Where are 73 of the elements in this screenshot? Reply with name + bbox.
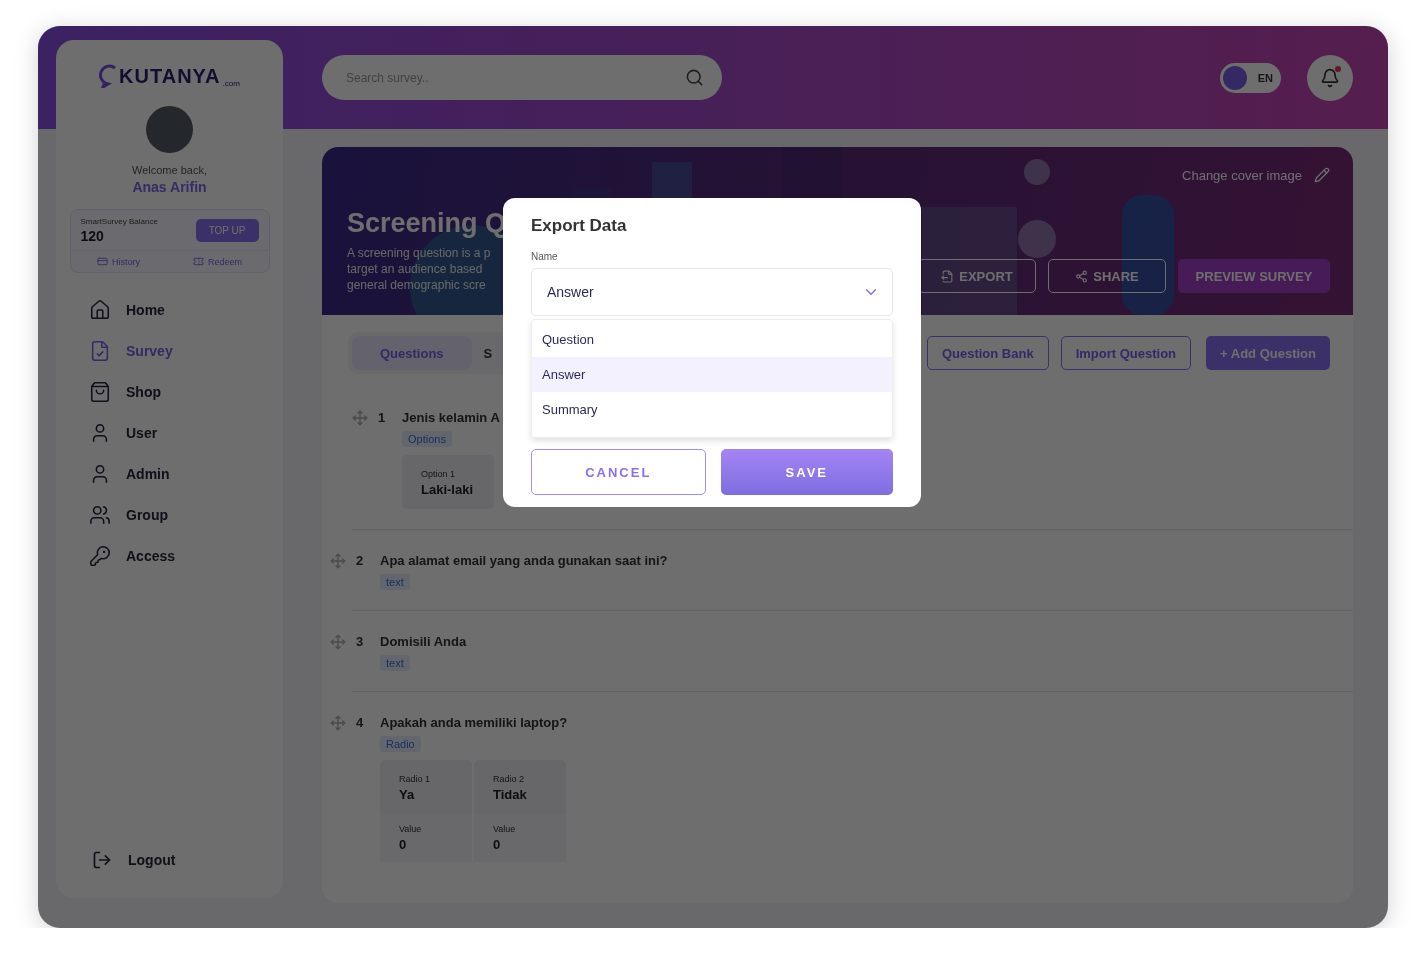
logout-link[interactable]: Logout: [56, 850, 283, 870]
chat-bubble-icon: [99, 64, 118, 88]
export-icon: [941, 269, 955, 283]
choice-value: Ya: [399, 787, 416, 802]
card-icon: [97, 256, 108, 267]
nav-item[interactable]: User: [89, 420, 283, 446]
dropdown-option[interactable]: Question: [532, 322, 892, 357]
drag-handle-icon[interactable]: [330, 715, 346, 731]
nav-item[interactable]: Group: [89, 502, 283, 528]
search-icon: [685, 68, 704, 87]
drag-handle-icon[interactable]: [330, 634, 346, 650]
ticket-icon: [192, 256, 204, 267]
balance-label: SmartSurvey Balance: [80, 217, 158, 226]
bell-icon: [1320, 67, 1340, 88]
user-name: Anas Arifin: [132, 179, 207, 195]
nav-item[interactable]: Shop: [89, 379, 283, 405]
choice-label: Option 1: [421, 469, 457, 479]
logout-icon: [92, 850, 112, 870]
score-label: Value: [399, 824, 423, 834]
drag-handle-icon[interactable]: [330, 553, 346, 569]
field-label: Name: [531, 251, 559, 262]
question-number: 4: [356, 715, 365, 730]
choice-value: Tidak: [493, 787, 528, 802]
question-type: text: [380, 655, 410, 671]
tab[interactable]: S: [479, 336, 497, 370]
score-value: 0: [493, 837, 502, 852]
nav-item[interactable]: Home: [89, 297, 283, 323]
notification-button[interactable]: [1307, 54, 1353, 101]
pencil-icon: [1314, 167, 1330, 183]
change-cover-link[interactable]: Change cover image: [1182, 167, 1330, 183]
users-icon: [89, 504, 111, 526]
question-type: Options: [402, 431, 452, 447]
question-text: Apakah anda memiliki laptop?: [380, 715, 568, 730]
balance-amount: 120: [80, 228, 105, 244]
dropdown-option[interactable]: Summary: [532, 392, 892, 427]
bag-icon: [89, 381, 111, 403]
key-icon: [89, 545, 111, 567]
nav-item[interactable]: Survey: [89, 338, 283, 364]
question-number: 3: [356, 634, 365, 649]
question-type: Radio: [380, 736, 421, 752]
share-button[interactable]: SHARE: [1048, 259, 1166, 293]
question-text: Jenis kelamin A: [402, 410, 500, 425]
avatar: [146, 106, 193, 153]
name-select[interactable]: Answer: [531, 268, 893, 316]
notification-dot: [1335, 65, 1341, 72]
tab[interactable]: Questions: [352, 336, 472, 370]
cancel-button[interactable]: CANCEL: [531, 449, 706, 495]
question-text: Apa alamat email yang anda gunakan saat ini?: [380, 553, 668, 568]
dialog-title: Export Data: [531, 216, 628, 236]
language-toggle[interactable]: EN: [1220, 62, 1281, 93]
question-number: 2: [356, 553, 365, 568]
score-label: Value: [493, 824, 517, 834]
choice-value: Laki-laki: [421, 482, 475, 497]
document-check-icon: [89, 340, 111, 362]
preview-button[interactable]: PREVIEW SURVEY: [1178, 259, 1330, 293]
balance-link[interactable]: Redeem: [192, 256, 242, 267]
toolbar-button[interactable]: Question Bank: [926, 336, 1049, 370]
choice-label: Radio 2: [493, 774, 526, 784]
score-value: 0: [399, 837, 408, 852]
toolbar-button[interactable]: Import Question: [1060, 336, 1192, 370]
nav-item[interactable]: Access: [89, 543, 283, 569]
choice-label: Radio 1: [399, 774, 432, 784]
share-icon: [1075, 269, 1089, 283]
question-number: 1: [378, 410, 387, 425]
question-text: Domisili Anda: [380, 634, 467, 649]
survey-description: A screening question is a p target an audience based general demographic scre: [347, 245, 492, 293]
dropdown-option[interactable]: Answer: [532, 357, 892, 392]
greeting: Welcome back,: [132, 164, 207, 176]
home-icon: [89, 299, 111, 321]
nav-item[interactable]: Admin: [89, 461, 283, 487]
drag-handle-icon[interactable]: [352, 410, 368, 426]
question-type: text: [380, 574, 410, 590]
save-button[interactable]: SAVE: [720, 449, 893, 495]
